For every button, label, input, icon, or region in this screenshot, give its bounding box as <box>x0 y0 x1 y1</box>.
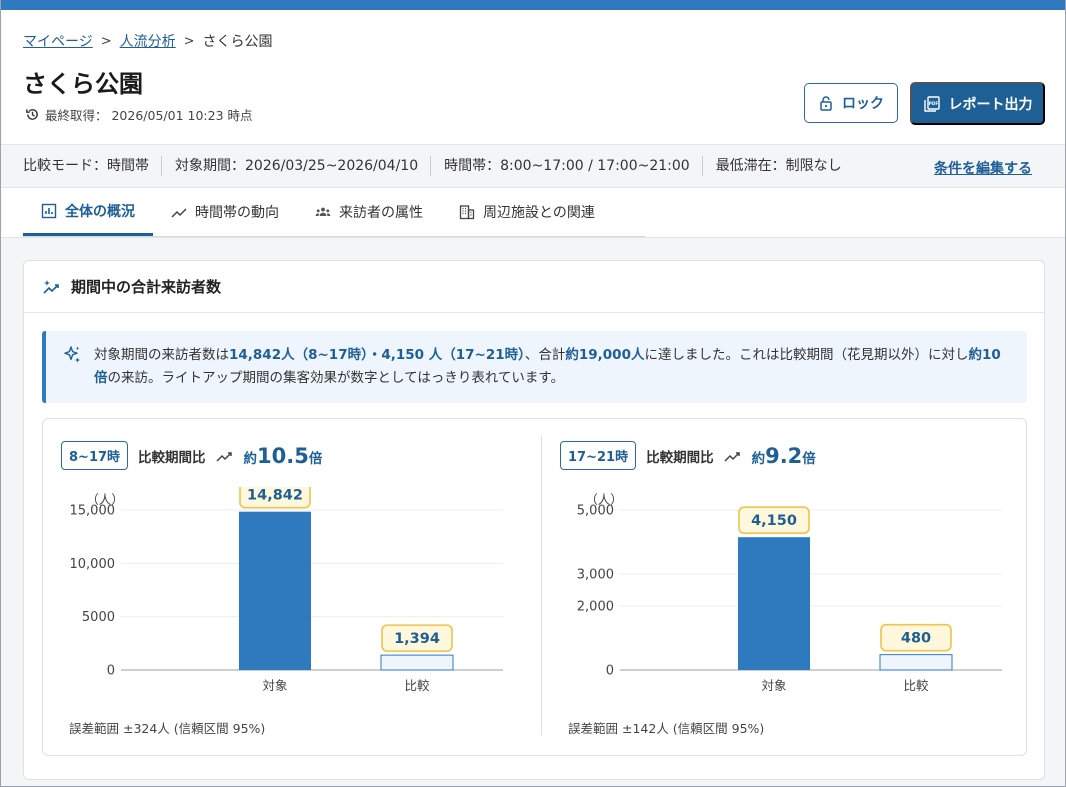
summary-text: 、合計 <box>524 347 566 363</box>
people-icon <box>315 207 331 216</box>
breadcrumb-link-flow-analysis[interactable]: 人流分析 <box>120 31 176 51</box>
breadcrumb-current: さくら公園 <box>202 34 273 50</box>
ratio-prefix: 比較期間比 <box>646 449 714 466</box>
value-label: 14,842 <box>247 488 303 504</box>
report-export-button[interactable]: PDF レポート出力 <box>910 82 1045 125</box>
y-tick-label: 3,000 <box>577 568 614 583</box>
value-label: 4,150 <box>751 513 797 529</box>
error-range-note: 誤差範囲 ±142人 (信頼区間 95%) <box>568 721 765 736</box>
ratio-unit: 倍 <box>308 450 323 467</box>
app-frame: マイページ > 人流分析 > さくら公園 さくら公園 最終取得： 2026/05… <box>0 0 1066 787</box>
lock-icon <box>820 96 832 111</box>
chevron-right-icon: > <box>183 33 195 49</box>
tab-visitor-attributes[interactable]: 来訪者の属性 <box>297 188 441 236</box>
chart-box-icon <box>41 203 57 218</box>
ratio-prefix: 比較期間比 <box>138 449 206 466</box>
ratio-number: 10.5 <box>257 443 309 468</box>
tab-label: 全体の概況 <box>65 203 135 220</box>
edit-conditions-link[interactable]: 条件を編集する <box>934 158 1032 178</box>
page-title: さくら公園 <box>23 70 143 98</box>
bar-compare <box>380 654 454 671</box>
card-header: 期間中の合計来訪者数 <box>24 261 1044 313</box>
ratio-approx: 約 <box>243 450 258 467</box>
y-tick-label: 5000 <box>82 610 115 625</box>
pdf-icon: PDF <box>923 95 940 112</box>
y-tick-label: 10,000 <box>70 557 116 572</box>
x-tick-label: 対象 <box>761 678 786 693</box>
conditions-bar: 比較モード：時間帯 対象期間：2026/03/25~2026/04/10 時間帯… <box>1 144 1065 188</box>
bar-target <box>738 537 810 670</box>
y-tick-label: 2,000 <box>577 600 614 615</box>
last-fetch-info: 最終取得： 2026/05/01 10:23 時点 <box>25 105 253 124</box>
breadcrumb: マイページ > 人流分析 > さくら公園 <box>23 31 273 51</box>
card-title: 期間中の合計来訪者数 <box>71 278 222 296</box>
history-icon <box>26 109 38 120</box>
timeslot-badge: 17~21時 <box>560 441 637 470</box>
bar-compare <box>879 654 953 671</box>
tab-label: 来訪者の属性 <box>339 205 423 221</box>
lock-button-label: ロック <box>842 95 884 111</box>
top-accent-bar <box>1 0 1065 10</box>
timeslot-badge: 8~17時 <box>61 441 129 470</box>
sparkle-icon <box>64 346 80 363</box>
tab-label: 周辺施設との関連 <box>483 205 595 221</box>
chart-header-day: 8~17時 比較期間比 約10.5倍 <box>61 441 322 470</box>
ratio-value: 約9.2倍 <box>752 444 816 468</box>
value-label: 1,394 <box>394 631 440 647</box>
condition-timeslot: 時間帯：8:00~17:00 / 17:00~21:00 <box>444 156 703 176</box>
condition-min-stay: 最低滞在：制限なし <box>715 158 842 174</box>
ratio-unit: 倍 <box>802 450 816 467</box>
condition-mode: 比較モード：時間帯 <box>23 156 162 176</box>
sparkle-trend-icon <box>43 279 59 294</box>
tab-time-trend[interactable]: 時間帯の動向 <box>153 188 297 236</box>
x-tick-label: 比較 <box>404 678 430 693</box>
trend-icon <box>171 208 187 218</box>
summary-text: の来訪。ライトアップ期間の集客効果が数字としてはっきり表れています。 <box>107 370 565 386</box>
ratio-number: 9.2 <box>765 443 803 468</box>
charts-container: 8~17時 比較期間比 約10.5倍 （人） 0 5000 10,000 15,000 1… <box>42 418 1027 756</box>
breadcrumb-link-mypage[interactable]: マイページ <box>23 31 93 51</box>
svg-text:PDF: PDF <box>928 101 938 106</box>
lock-button[interactable]: ロック <box>804 83 898 123</box>
summary-text: 対象期間の来訪者数は <box>94 347 229 363</box>
bar-target <box>239 511 311 670</box>
tab-bar: 全体の概況 時間帯の動向 来訪者の属性 周辺施設との関連 <box>23 188 645 238</box>
bar-chart-night: （人）02,0003,0005,0004,150対象480比較 <box>577 492 1002 693</box>
condition-period: 対象期間：2026/03/25~2026/04/10 <box>175 156 432 176</box>
chevron-right-icon: > <box>100 33 112 49</box>
tab-nearby-facilities[interactable]: 周辺施設との関連 <box>441 188 613 236</box>
report-button-label: レポート出力 <box>948 95 1033 112</box>
chart-header-night: 17~21時 比較期間比 約9.2倍 <box>560 441 816 470</box>
summary-highlight: 14,842人（8~17時）・4,150 人（17~21時） <box>229 347 525 363</box>
trend-up-icon <box>724 451 740 462</box>
tab-overview[interactable]: 全体の概況 <box>23 188 153 236</box>
x-tick-label: 比較 <box>903 678 929 693</box>
ratio-approx: 約 <box>751 450 766 467</box>
ratio-value: 約10.5倍 <box>244 444 323 468</box>
value-label: 480 <box>901 631 931 647</box>
bar-chart-day: （人）0500010,00015,00014,842対象1,394比較 <box>70 487 503 693</box>
y-tick-label: 0 <box>606 664 614 679</box>
last-fetch-text: 最終取得： 2026/05/01 10:23 時点 <box>45 108 253 123</box>
tab-label: 時間帯の動向 <box>195 205 279 221</box>
y-tick-label: 15,000 <box>70 504 116 519</box>
summary-text: に達しました。これは比較期間（花見期以外）に対し <box>644 347 969 363</box>
y-tick-label: 5,000 <box>577 504 614 519</box>
building-icon <box>459 205 475 220</box>
error-range-note: 誤差範囲 ±324人 (信頼区間 95%) <box>69 721 266 736</box>
summary-highlight: 約19,000人 <box>565 347 645 363</box>
x-tick-label: 対象 <box>262 678 287 693</box>
total-visitors-card: 期間中の合計来訪者数 対象期間の来訪者数は14,842人（8~17時）・4,15… <box>23 260 1045 780</box>
trend-up-icon <box>216 451 232 462</box>
ai-summary: 対象期間の来訪者数は14,842人（8~17時）・4,150 人（17~21時）… <box>42 331 1027 403</box>
y-tick-label: 0 <box>107 664 115 679</box>
